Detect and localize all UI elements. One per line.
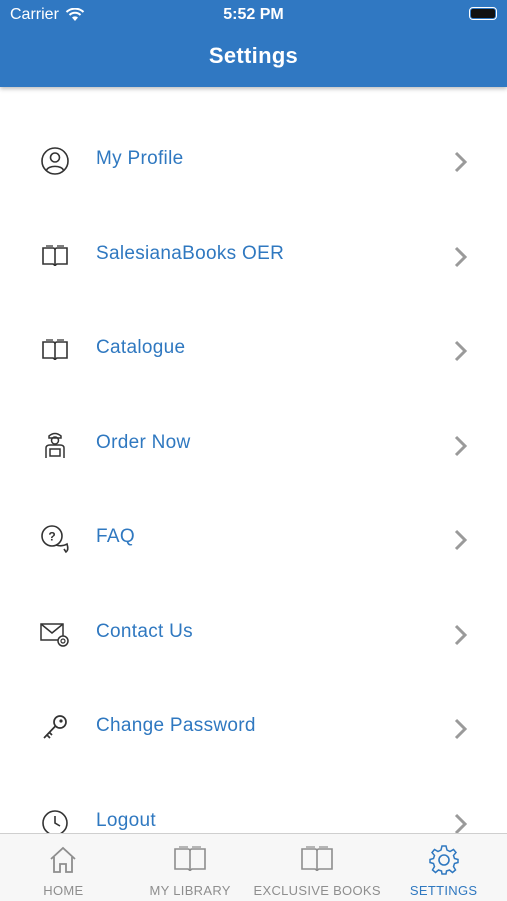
status-bar: Carrier 5:52 PM — [0, 0, 507, 30]
menu-item-label: My Profile — [96, 148, 184, 169]
menu-item-label: Change Password — [96, 715, 256, 736]
faq-chat-icon: ? — [38, 522, 72, 556]
book-icon — [174, 846, 206, 872]
page-title: Settings — [208, 43, 299, 68]
menu-item-contact-us[interactable]: Contact Us — [0, 601, 507, 696]
chevron-right-icon — [454, 246, 468, 267]
user-icon — [38, 144, 72, 178]
menu-item-label: Logout — [96, 809, 156, 831]
tab-my-library[interactable]: MY LIBRARY — [127, 834, 254, 901]
svg-text:?: ? — [48, 530, 55, 544]
menu-item-label: FAQ — [96, 526, 135, 547]
tab-label: MY LIBRARY — [149, 883, 231, 898]
status-time: 5:52 PM — [223, 6, 284, 23]
menu-item-order-now[interactable]: Order Now — [0, 412, 507, 507]
menu-item-my-profile[interactable]: My Profile — [0, 128, 507, 223]
battery-icon — [469, 7, 497, 20]
chevron-right-icon — [454, 813, 468, 834]
key-icon — [38, 711, 72, 745]
tab-label: HOME — [43, 883, 84, 898]
menu-item-catalogue[interactable]: Catalogue — [0, 317, 507, 412]
chevron-right-icon — [454, 718, 468, 740]
tab-exclusive-books[interactable]: EXCLUSIVE BOOKS — [254, 834, 381, 901]
bottom-tab-bar: HOME MY LIBRARY EXCLUSIVE BOOKS SETTINGS — [0, 833, 507, 901]
tab-label: EXCLUSIVE BOOKS — [253, 883, 381, 898]
delivery-person-icon — [38, 428, 72, 462]
book-icon — [38, 239, 72, 273]
menu-item-label: Catalogue — [96, 337, 186, 358]
chevron-right-icon — [454, 340, 468, 362]
chevron-right-icon — [454, 435, 468, 456]
tab-label: SETTINGS — [409, 883, 478, 898]
menu-item-label: Contact Us — [96, 620, 193, 642]
menu-item-label: SalesianaBooks OER — [96, 242, 285, 264]
home-icon — [50, 846, 76, 873]
book-icon — [301, 846, 333, 872]
chevron-right-icon — [454, 624, 468, 645]
book-icon — [38, 333, 72, 367]
gear-icon — [428, 845, 459, 875]
app-header: Carrier 5:52 PM Settings — [0, 0, 507, 87]
mail-icon — [38, 617, 72, 651]
tab-settings[interactable]: SETTINGS — [380, 834, 507, 901]
tab-home[interactable]: HOME — [0, 834, 127, 901]
menu-item-salesianabooks-oer[interactable]: SalesianaBooks OER — [0, 223, 507, 318]
settings-menu: My Profile SalesianaBooks OER Catalogue — [0, 128, 507, 884]
menu-item-faq[interactable]: ? FAQ — [0, 506, 507, 601]
chevron-right-icon — [454, 529, 468, 551]
menu-item-change-password[interactable]: Change Password — [0, 695, 507, 790]
chevron-right-icon — [454, 151, 468, 173]
menu-item-label: Order Now — [96, 431, 191, 453]
